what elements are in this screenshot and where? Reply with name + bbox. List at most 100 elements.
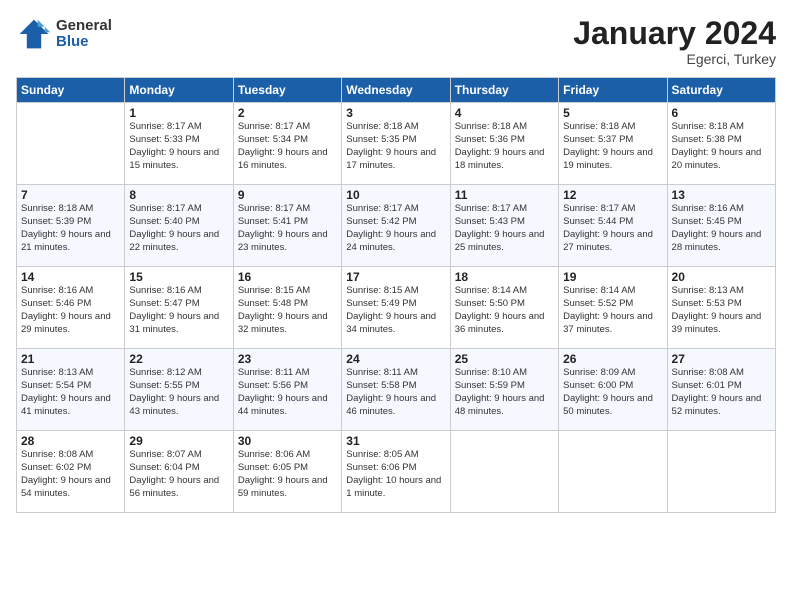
calendar-cell: 23Sunrise: 8:11 AMSunset: 5:56 PMDayligh… xyxy=(233,349,341,431)
calendar-cell xyxy=(450,431,558,513)
day-number: 12 xyxy=(563,188,662,202)
day-info: Sunrise: 8:18 AMSunset: 5:38 PMDaylight:… xyxy=(672,121,771,172)
day-number: 9 xyxy=(238,188,337,202)
header: General Blue January 2024 Egerci, Turkey xyxy=(16,16,776,67)
weekday-header-friday: Friday xyxy=(559,78,667,103)
calendar-cell: 27Sunrise: 8:08 AMSunset: 6:01 PMDayligh… xyxy=(667,349,775,431)
calendar-cell: 5Sunrise: 8:18 AMSunset: 5:37 PMDaylight… xyxy=(559,103,667,185)
day-info: Sunrise: 8:09 AMSunset: 6:00 PMDaylight:… xyxy=(563,367,662,418)
day-info: Sunrise: 8:10 AMSunset: 5:59 PMDaylight:… xyxy=(455,367,554,418)
day-number: 23 xyxy=(238,352,337,366)
calendar-cell: 28Sunrise: 8:08 AMSunset: 6:02 PMDayligh… xyxy=(17,431,125,513)
day-info: Sunrise: 8:17 AMSunset: 5:41 PMDaylight:… xyxy=(238,203,337,254)
calendar-cell xyxy=(17,103,125,185)
day-info: Sunrise: 8:08 AMSunset: 6:02 PMDaylight:… xyxy=(21,449,120,500)
calendar-cell: 16Sunrise: 8:15 AMSunset: 5:48 PMDayligh… xyxy=(233,267,341,349)
day-number: 25 xyxy=(455,352,554,366)
day-number: 26 xyxy=(563,352,662,366)
calendar-cell: 12Sunrise: 8:17 AMSunset: 5:44 PMDayligh… xyxy=(559,185,667,267)
calendar-cell: 11Sunrise: 8:17 AMSunset: 5:43 PMDayligh… xyxy=(450,185,558,267)
day-info: Sunrise: 8:11 AMSunset: 5:58 PMDaylight:… xyxy=(346,367,445,418)
week-row-4: 21Sunrise: 8:13 AMSunset: 5:54 PMDayligh… xyxy=(17,349,776,431)
calendar-cell: 24Sunrise: 8:11 AMSunset: 5:58 PMDayligh… xyxy=(342,349,450,431)
day-number: 5 xyxy=(563,106,662,120)
calendar-cell: 30Sunrise: 8:06 AMSunset: 6:05 PMDayligh… xyxy=(233,431,341,513)
calendar: SundayMondayTuesdayWednesdayThursdayFrid… xyxy=(16,77,776,513)
day-info: Sunrise: 8:11 AMSunset: 5:56 PMDaylight:… xyxy=(238,367,337,418)
day-number: 19 xyxy=(563,270,662,284)
day-info: Sunrise: 8:18 AMSunset: 5:39 PMDaylight:… xyxy=(21,203,120,254)
day-number: 16 xyxy=(238,270,337,284)
calendar-cell xyxy=(559,431,667,513)
day-info: Sunrise: 8:17 AMSunset: 5:42 PMDaylight:… xyxy=(346,203,445,254)
weekday-header-thursday: Thursday xyxy=(450,78,558,103)
calendar-cell: 17Sunrise: 8:15 AMSunset: 5:49 PMDayligh… xyxy=(342,267,450,349)
day-number: 28 xyxy=(21,434,120,448)
day-number: 18 xyxy=(455,270,554,284)
calendar-cell: 7Sunrise: 8:18 AMSunset: 5:39 PMDaylight… xyxy=(17,185,125,267)
day-info: Sunrise: 8:14 AMSunset: 5:52 PMDaylight:… xyxy=(563,285,662,336)
day-number: 2 xyxy=(238,106,337,120)
weekday-header-row: SundayMondayTuesdayWednesdayThursdayFrid… xyxy=(17,78,776,103)
day-info: Sunrise: 8:16 AMSunset: 5:46 PMDaylight:… xyxy=(21,285,120,336)
day-number: 14 xyxy=(21,270,120,284)
day-info: Sunrise: 8:06 AMSunset: 6:05 PMDaylight:… xyxy=(238,449,337,500)
calendar-cell: 31Sunrise: 8:05 AMSunset: 6:06 PMDayligh… xyxy=(342,431,450,513)
day-info: Sunrise: 8:14 AMSunset: 5:50 PMDaylight:… xyxy=(455,285,554,336)
page: General Blue January 2024 Egerci, Turkey… xyxy=(0,0,792,612)
day-number: 29 xyxy=(129,434,228,448)
day-info: Sunrise: 8:17 AMSunset: 5:34 PMDaylight:… xyxy=(238,121,337,172)
week-row-1: 1Sunrise: 8:17 AMSunset: 5:33 PMDaylight… xyxy=(17,103,776,185)
day-number: 21 xyxy=(21,352,120,366)
calendar-cell: 14Sunrise: 8:16 AMSunset: 5:46 PMDayligh… xyxy=(17,267,125,349)
calendar-cell: 22Sunrise: 8:12 AMSunset: 5:55 PMDayligh… xyxy=(125,349,233,431)
day-number: 31 xyxy=(346,434,445,448)
day-info: Sunrise: 8:17 AMSunset: 5:40 PMDaylight:… xyxy=(129,203,228,254)
logo-general: General xyxy=(56,18,112,35)
day-info: Sunrise: 8:16 AMSunset: 5:47 PMDaylight:… xyxy=(129,285,228,336)
calendar-cell: 25Sunrise: 8:10 AMSunset: 5:59 PMDayligh… xyxy=(450,349,558,431)
day-info: Sunrise: 8:13 AMSunset: 5:53 PMDaylight:… xyxy=(672,285,771,336)
calendar-cell: 13Sunrise: 8:16 AMSunset: 5:45 PMDayligh… xyxy=(667,185,775,267)
day-info: Sunrise: 8:15 AMSunset: 5:49 PMDaylight:… xyxy=(346,285,445,336)
day-info: Sunrise: 8:07 AMSunset: 6:04 PMDaylight:… xyxy=(129,449,228,500)
day-number: 24 xyxy=(346,352,445,366)
day-number: 10 xyxy=(346,188,445,202)
calendar-cell: 18Sunrise: 8:14 AMSunset: 5:50 PMDayligh… xyxy=(450,267,558,349)
day-number: 30 xyxy=(238,434,337,448)
calendar-cell xyxy=(667,431,775,513)
day-info: Sunrise: 8:16 AMSunset: 5:45 PMDaylight:… xyxy=(672,203,771,254)
weekday-header-tuesday: Tuesday xyxy=(233,78,341,103)
logo-text: General Blue xyxy=(56,18,112,51)
calendar-cell: 20Sunrise: 8:13 AMSunset: 5:53 PMDayligh… xyxy=(667,267,775,349)
day-info: Sunrise: 8:17 AMSunset: 5:43 PMDaylight:… xyxy=(455,203,554,254)
day-info: Sunrise: 8:18 AMSunset: 5:35 PMDaylight:… xyxy=(346,121,445,172)
day-number: 7 xyxy=(21,188,120,202)
title-area: January 2024 Egerci, Turkey xyxy=(573,16,776,67)
weekday-header-wednesday: Wednesday xyxy=(342,78,450,103)
logo-icon xyxy=(16,16,52,52)
month-title: January 2024 xyxy=(573,16,776,51)
calendar-cell: 6Sunrise: 8:18 AMSunset: 5:38 PMDaylight… xyxy=(667,103,775,185)
calendar-cell: 3Sunrise: 8:18 AMSunset: 5:35 PMDaylight… xyxy=(342,103,450,185)
calendar-cell: 1Sunrise: 8:17 AMSunset: 5:33 PMDaylight… xyxy=(125,103,233,185)
day-number: 17 xyxy=(346,270,445,284)
logo: General Blue xyxy=(16,16,112,52)
calendar-cell: 29Sunrise: 8:07 AMSunset: 6:04 PMDayligh… xyxy=(125,431,233,513)
day-number: 3 xyxy=(346,106,445,120)
day-number: 8 xyxy=(129,188,228,202)
calendar-cell: 15Sunrise: 8:16 AMSunset: 5:47 PMDayligh… xyxy=(125,267,233,349)
day-info: Sunrise: 8:18 AMSunset: 5:37 PMDaylight:… xyxy=(563,121,662,172)
calendar-cell: 19Sunrise: 8:14 AMSunset: 5:52 PMDayligh… xyxy=(559,267,667,349)
day-info: Sunrise: 8:12 AMSunset: 5:55 PMDaylight:… xyxy=(129,367,228,418)
calendar-cell: 10Sunrise: 8:17 AMSunset: 5:42 PMDayligh… xyxy=(342,185,450,267)
day-info: Sunrise: 8:05 AMSunset: 6:06 PMDaylight:… xyxy=(346,449,445,500)
calendar-cell: 9Sunrise: 8:17 AMSunset: 5:41 PMDaylight… xyxy=(233,185,341,267)
calendar-cell: 26Sunrise: 8:09 AMSunset: 6:00 PMDayligh… xyxy=(559,349,667,431)
calendar-cell: 2Sunrise: 8:17 AMSunset: 5:34 PMDaylight… xyxy=(233,103,341,185)
day-info: Sunrise: 8:13 AMSunset: 5:54 PMDaylight:… xyxy=(21,367,120,418)
day-number: 15 xyxy=(129,270,228,284)
calendar-cell: 4Sunrise: 8:18 AMSunset: 5:36 PMDaylight… xyxy=(450,103,558,185)
weekday-header-saturday: Saturday xyxy=(667,78,775,103)
weekday-header-monday: Monday xyxy=(125,78,233,103)
